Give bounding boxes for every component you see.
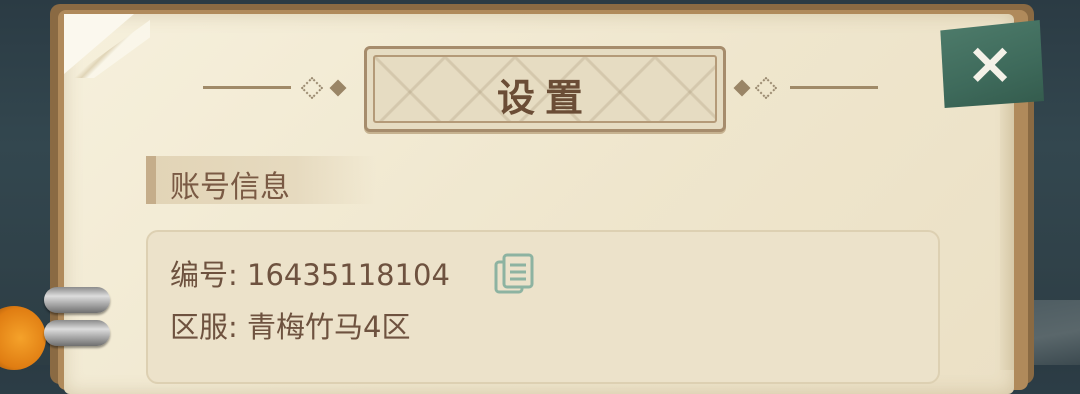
server-value: 青梅竹马4区 — [247, 310, 411, 344]
account-id-value: 16435118104 — [247, 258, 450, 292]
binder-ring — [44, 320, 110, 346]
title-divider-left — [203, 86, 291, 89]
copy-icon — [494, 253, 534, 294]
page-title: 设置 — [496, 76, 593, 120]
close-icon: × — [965, 29, 1015, 97]
avatar[interactable] — [0, 306, 46, 370]
section-title: 账号信息 — [170, 170, 290, 205]
copy-id-button[interactable] — [492, 252, 538, 296]
account-id-label: 编号: — [170, 258, 247, 292]
title-plaque: 设置 — [364, 46, 726, 132]
server-label: 区服: — [170, 310, 247, 344]
binder-ring — [44, 287, 110, 313]
account-id-row: 编号: 16435118104 — [170, 252, 450, 294]
title-divider-right — [790, 86, 878, 89]
server-row: 区服: 青梅竹马4区 — [170, 304, 410, 346]
close-button[interactable]: × — [940, 20, 1044, 108]
section-header-accent — [146, 156, 156, 204]
